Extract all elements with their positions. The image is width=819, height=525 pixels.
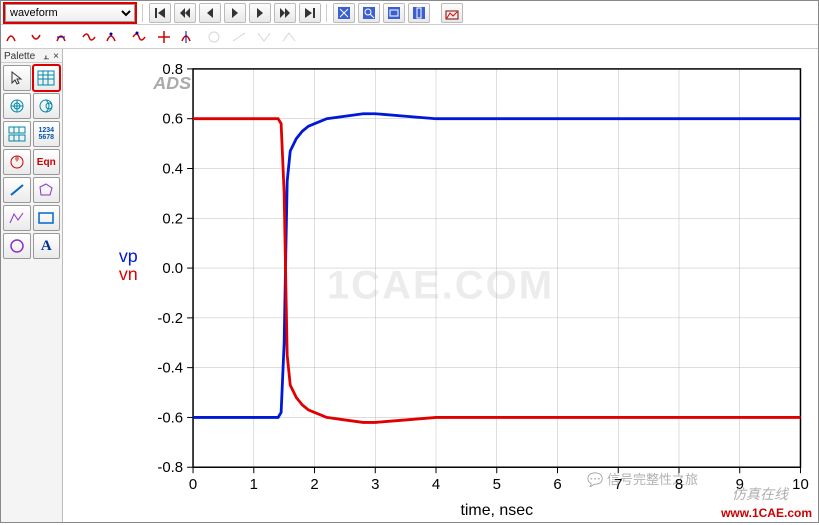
marker-clear-button[interactable] xyxy=(154,27,176,47)
svg-text:-0.8: -0.8 xyxy=(157,459,183,476)
marker-btn-8[interactable] xyxy=(204,27,226,47)
marker-btn-7[interactable] xyxy=(179,27,201,47)
nav-prev-chapter-button[interactable] xyxy=(174,3,196,23)
marker-btn-11[interactable] xyxy=(279,27,301,47)
watermark-wechat: 💬 信号完整性之旅 xyxy=(587,469,698,488)
zoom-out-button[interactable] xyxy=(358,3,380,23)
marker-btn-1[interactable] xyxy=(4,27,26,47)
nav-next-button[interactable] xyxy=(249,3,271,23)
plot-type-highlight: waveform xyxy=(3,2,137,24)
watermark-url: www.1CAE.com xyxy=(721,506,812,520)
svg-text:10: 10 xyxy=(792,476,809,493)
list-tool[interactable]: 12345678 xyxy=(33,121,61,147)
rectangle-tool[interactable] xyxy=(33,205,61,231)
text-tool[interactable]: A xyxy=(33,233,61,259)
svg-text:6: 6 xyxy=(553,476,561,493)
polyline-tool[interactable] xyxy=(3,205,31,231)
svg-text:-0.6: -0.6 xyxy=(157,409,183,426)
zoom-select-button[interactable] xyxy=(333,3,355,23)
svg-text:0.4: 0.4 xyxy=(162,160,183,177)
svg-text:5: 5 xyxy=(493,476,501,493)
polygon-tool[interactable] xyxy=(33,177,61,203)
separator xyxy=(142,4,143,22)
antenna-plot-tool[interactable] xyxy=(3,149,31,175)
equation-tool[interactable]: Eqn xyxy=(33,149,61,175)
polar-plot-tool[interactable] xyxy=(3,93,31,119)
nav-prev-button[interactable] xyxy=(199,3,221,23)
svg-text:-0.2: -0.2 xyxy=(157,310,183,327)
nav-play-button[interactable] xyxy=(224,3,246,23)
palette-pin-icon[interactable]: ⫠ xyxy=(43,51,49,62)
marker-btn-5[interactable] xyxy=(104,27,126,47)
svg-text:ADS: ADS xyxy=(152,73,191,93)
palette-title-bar: Palette ⫠ × xyxy=(1,49,62,62)
smith-plot-tool[interactable] xyxy=(33,93,61,119)
rect-plot-tool[interactable] xyxy=(33,65,61,91)
zoom-column-button[interactable] xyxy=(408,3,430,23)
marker-btn-3[interactable] xyxy=(54,27,76,47)
select-tool[interactable] xyxy=(3,65,31,91)
palette-close-icon[interactable]: × xyxy=(53,51,59,62)
stacked-plot-tool[interactable] xyxy=(3,121,31,147)
marker-btn-9[interactable] xyxy=(229,27,251,47)
palette-grid: 12345678 Eqn A xyxy=(1,62,62,261)
zoom-rect-button[interactable] xyxy=(383,3,405,23)
svg-text:-0.4: -0.4 xyxy=(157,360,183,377)
chart-properties-button[interactable] xyxy=(441,3,463,23)
svg-text:vn: vn xyxy=(119,264,138,284)
palette-panel: Palette ⫠ × 12345678 Eqn A xyxy=(1,49,63,522)
marker-toolbar xyxy=(1,25,818,49)
svg-text:time, nsec: time, nsec xyxy=(460,502,533,519)
circle-tool[interactable] xyxy=(3,233,31,259)
svg-text:0.6: 0.6 xyxy=(162,111,183,128)
chart-area[interactable]: 012345678910-0.8-0.6-0.4-0.20.00.20.40.6… xyxy=(63,49,818,522)
line-tool[interactable] xyxy=(3,177,31,203)
separator xyxy=(326,4,327,22)
svg-text:0.2: 0.2 xyxy=(162,210,183,227)
marker-btn-2[interactable] xyxy=(29,27,51,47)
watermark-zh: 仿真在线 xyxy=(732,484,788,504)
main-toolbar: waveform xyxy=(1,1,818,25)
svg-text:2: 2 xyxy=(310,476,318,493)
svg-text:0: 0 xyxy=(189,476,197,493)
plot-type-dropdown[interactable]: waveform xyxy=(5,4,135,22)
chart-svg: 012345678910-0.8-0.6-0.4-0.20.00.20.40.6… xyxy=(63,49,818,522)
svg-text:1: 1 xyxy=(250,476,258,493)
nav-last-button[interactable] xyxy=(299,3,321,23)
marker-btn-6[interactable] xyxy=(129,27,151,47)
svg-text:3: 3 xyxy=(371,476,379,493)
nav-first-button[interactable] xyxy=(149,3,171,23)
nav-next-chapter-button[interactable] xyxy=(274,3,296,23)
palette-title-text: Palette xyxy=(4,51,35,62)
svg-text:0.0: 0.0 xyxy=(162,260,183,277)
marker-btn-10[interactable] xyxy=(254,27,276,47)
marker-btn-4[interactable] xyxy=(79,27,101,47)
svg-text:4: 4 xyxy=(432,476,440,493)
